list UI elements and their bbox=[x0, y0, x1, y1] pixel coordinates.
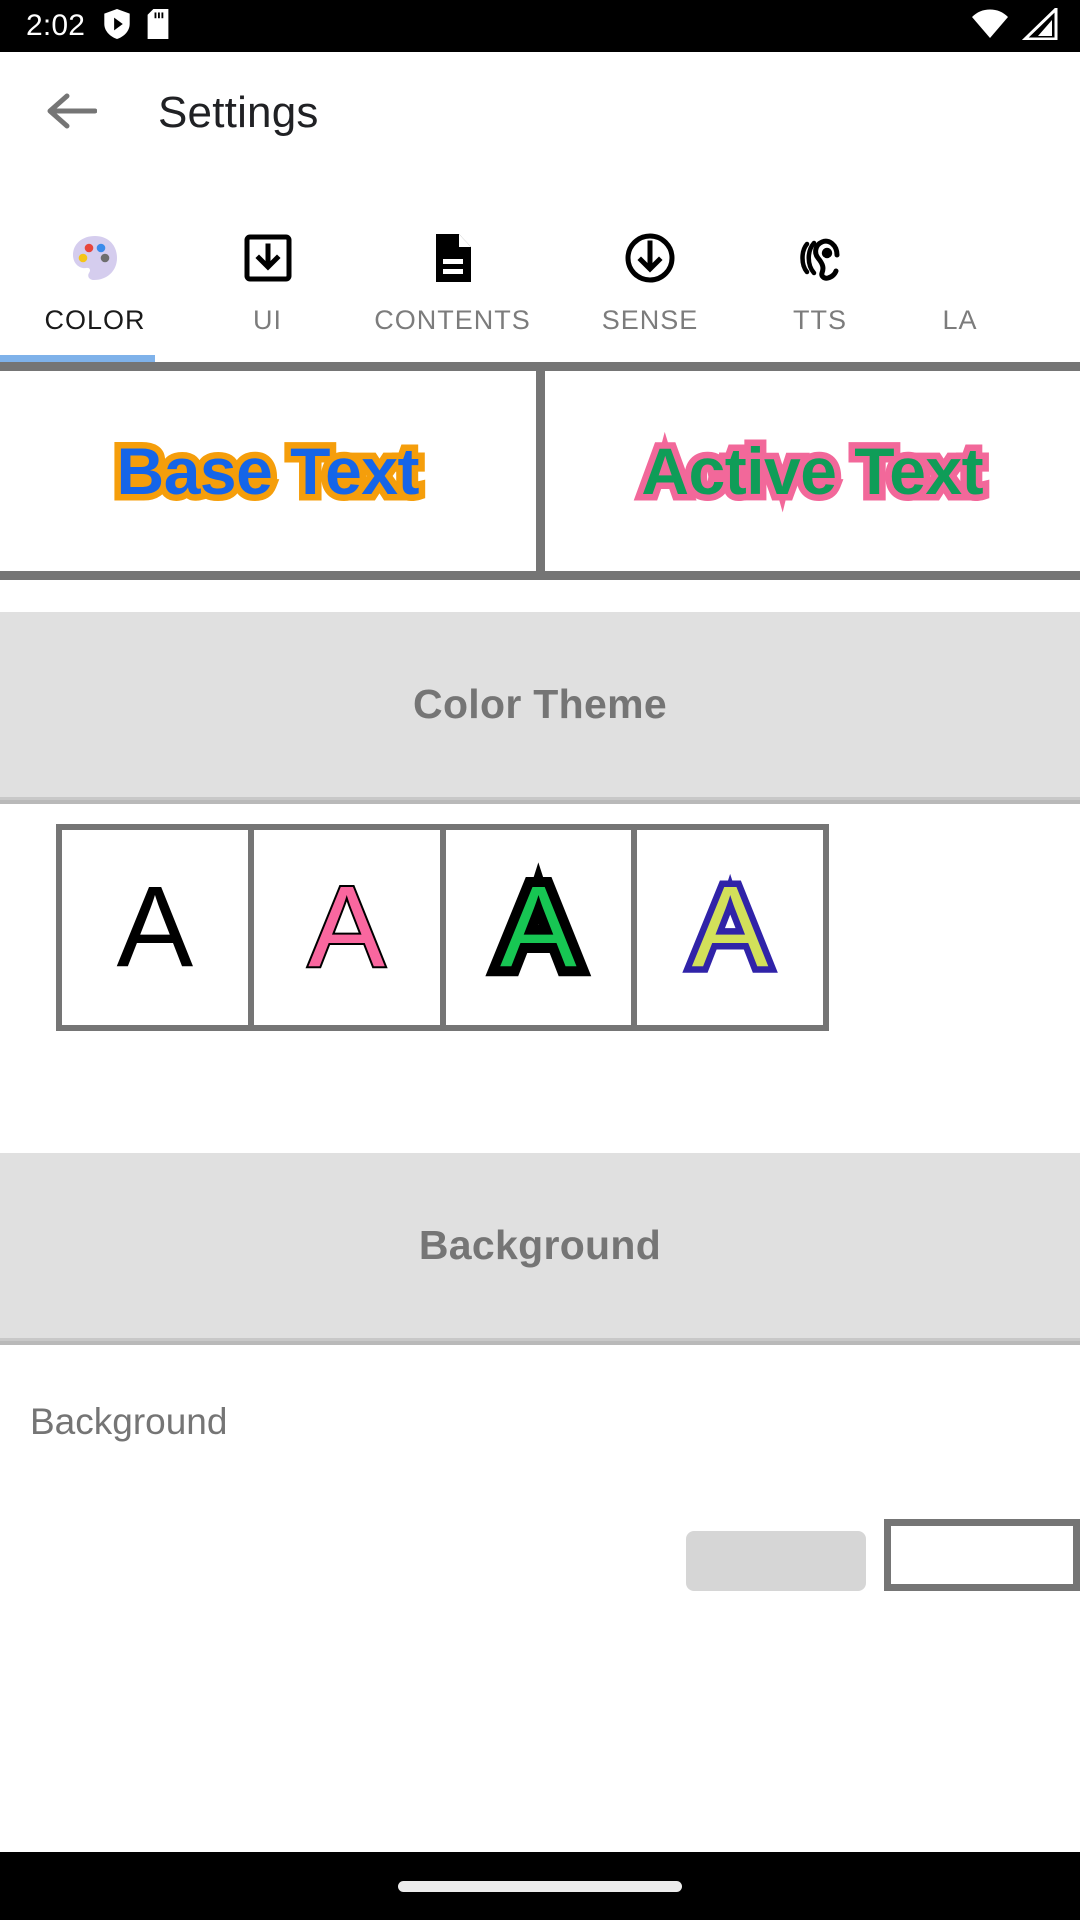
swatch-letter: A bbox=[116, 863, 194, 991]
color-theme-swatch-row: A A A A bbox=[56, 824, 829, 1031]
home-pill-indicator[interactable] bbox=[398, 1880, 682, 1892]
tab-bar[interactable]: COLOR UI CONTENTS SENSE TTS LA bbox=[0, 174, 1080, 362]
background-color-chip[interactable] bbox=[686, 1531, 866, 1591]
tab-ui[interactable]: UI bbox=[190, 174, 345, 362]
swatch-letter: A bbox=[306, 863, 387, 991]
system-nav-bar bbox=[0, 1852, 1080, 1920]
theme-swatch-1[interactable]: A bbox=[62, 830, 248, 1025]
language-icon bbox=[934, 229, 986, 287]
tab-label: TTS bbox=[793, 305, 847, 335]
wifi-icon bbox=[970, 8, 1010, 45]
cell-signal-icon bbox=[1021, 4, 1058, 45]
spacer-below-swatches bbox=[0, 1031, 1080, 1153]
theme-swatch-3[interactable]: A bbox=[445, 830, 632, 1025]
app-bar: Settings bbox=[0, 52, 1080, 174]
theme-swatch-2[interactable]: A bbox=[253, 830, 440, 1025]
tab-sense[interactable]: SENSE bbox=[560, 174, 740, 362]
tab-label: COLOR bbox=[44, 305, 146, 335]
palette-icon bbox=[68, 229, 122, 287]
base-text-preview[interactable]: Base Text bbox=[0, 371, 536, 571]
sd-card-icon bbox=[147, 8, 169, 44]
tab-tts[interactable]: TTS bbox=[740, 174, 900, 362]
tab-label: UI bbox=[253, 305, 282, 335]
section-title: Background bbox=[418, 1222, 662, 1268]
shield-play-icon bbox=[103, 8, 131, 44]
tab-language[interactable]: LA bbox=[900, 174, 1020, 362]
background-section-header: Background bbox=[0, 1153, 1080, 1341]
background-setting-row[interactable]: Background bbox=[0, 1345, 1080, 1591]
active-text-sample: Active Text bbox=[635, 428, 990, 515]
section-title: Color Theme bbox=[413, 681, 667, 727]
color-theme-section-header: Color Theme bbox=[0, 612, 1080, 800]
tab-label: CONTENTS bbox=[374, 305, 531, 335]
tab-label: LA bbox=[942, 305, 978, 335]
status-bar: 2:02 bbox=[0, 0, 1080, 52]
document-icon bbox=[427, 229, 479, 287]
background-preview-box[interactable] bbox=[884, 1519, 1080, 1591]
status-clock: 2:02 bbox=[26, 9, 86, 42]
theme-swatch-4[interactable]: A bbox=[637, 830, 823, 1025]
hearing-ear-icon bbox=[793, 229, 847, 287]
section-top-gap bbox=[0, 580, 1080, 612]
tab-color[interactable]: COLOR bbox=[0, 174, 190, 362]
swatch-letter: A bbox=[685, 863, 775, 991]
circle-arrow-down-icon bbox=[623, 229, 677, 287]
page-title: Settings bbox=[158, 88, 319, 137]
tab-active-indicator bbox=[0, 355, 155, 362]
status-left-icon-group bbox=[103, 8, 169, 44]
color-theme-swatch-area: A A A A bbox=[0, 804, 1080, 1031]
back-arrow-icon bbox=[45, 91, 98, 136]
active-text-preview[interactable]: Active Text bbox=[544, 371, 1080, 571]
background-controls bbox=[686, 1519, 1080, 1591]
base-text-sample: Base Text bbox=[110, 428, 426, 515]
swatch-letter: A bbox=[490, 860, 587, 995]
tab-contents[interactable]: CONTENTS bbox=[345, 174, 560, 362]
status-right-icon-group bbox=[970, 4, 1058, 45]
tab-indicator-track bbox=[0, 355, 1080, 362]
text-preview-row: Base Text Active Text bbox=[0, 362, 1080, 580]
back-button[interactable] bbox=[44, 86, 98, 140]
background-row-label: Background bbox=[30, 1401, 228, 1442]
download-box-icon bbox=[242, 229, 294, 287]
tab-label: SENSE bbox=[601, 305, 699, 335]
